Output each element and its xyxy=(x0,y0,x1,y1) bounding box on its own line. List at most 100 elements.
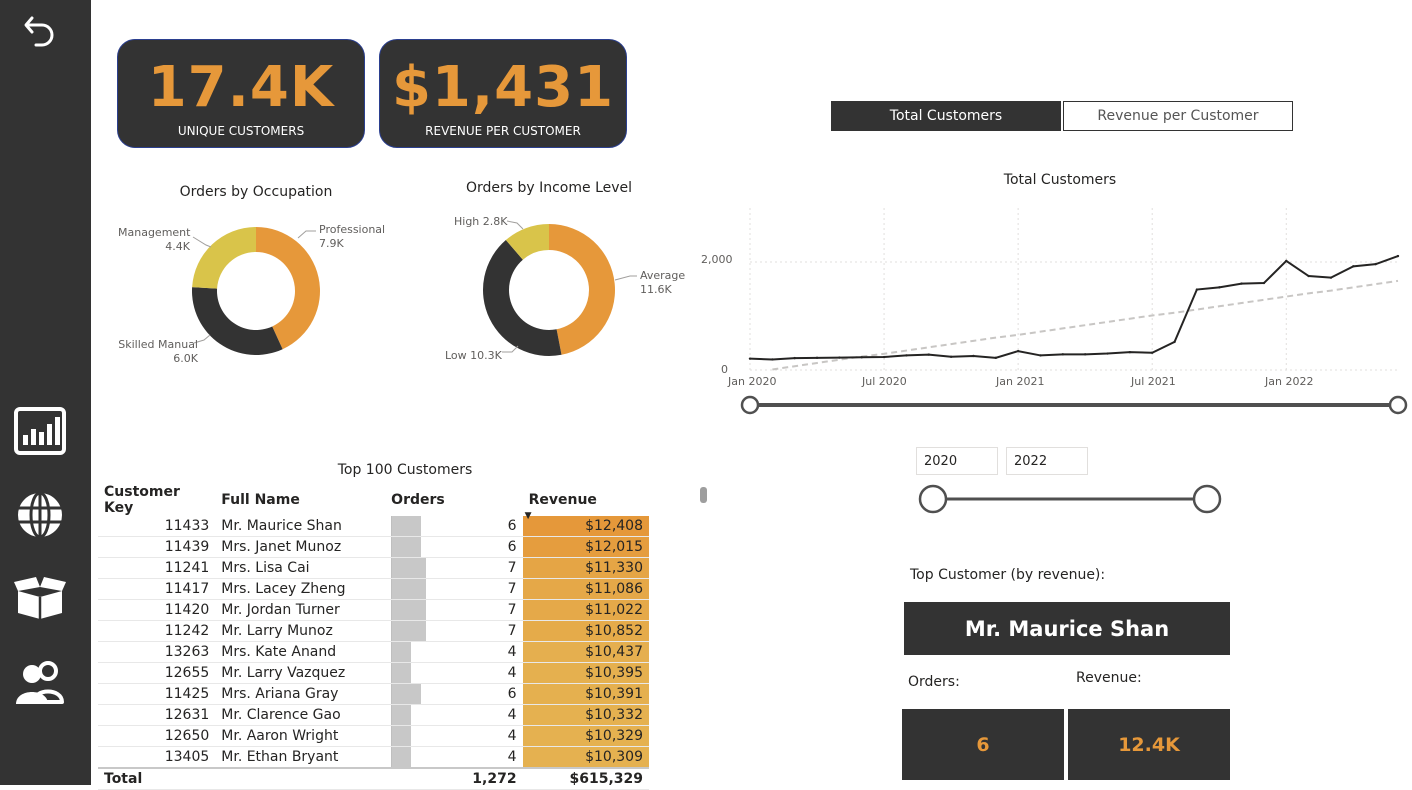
total-customers-line[interactable] xyxy=(749,255,1399,361)
year-start-input[interactable]: 2020 xyxy=(916,447,998,475)
table-header-row: Customer Key Full Name Orders Revenue ▼ xyxy=(98,484,649,521)
orders-value: 4 xyxy=(507,749,517,765)
table-row[interactable]: 11420 Mr. Jordan Turner 7 $11,022 xyxy=(98,599,649,621)
label-name: Management xyxy=(118,226,191,239)
total-revenue: $615,329 xyxy=(522,767,649,790)
year-slider-end-handle[interactable] xyxy=(1192,484,1222,514)
y-tick-label: 0 xyxy=(721,363,728,376)
line-point xyxy=(1218,286,1221,289)
cell-revenue: $10,852 xyxy=(522,620,649,642)
nav-geography-button[interactable] xyxy=(10,489,70,541)
header-revenue-label: Revenue xyxy=(528,492,597,508)
back-button[interactable] xyxy=(10,4,70,56)
top-customer-orders-card: 6 xyxy=(902,709,1064,780)
cell-revenue: $10,391 xyxy=(522,683,649,705)
orders-label: Orders: xyxy=(908,674,960,690)
orders-value: 4 xyxy=(507,665,517,681)
year-slider-start-handle[interactable] xyxy=(918,484,948,514)
nav-reports-button[interactable] xyxy=(10,405,70,457)
donut-slice-skilled-manual[interactable] xyxy=(192,287,283,355)
table-row[interactable]: 11241 Mrs. Lisa Cai 7 $11,330 xyxy=(98,557,649,579)
table-row[interactable]: 12655 Mr. Larry Vazquez 4 $10,395 xyxy=(98,662,649,684)
cell-customer-key: 12631 xyxy=(98,704,216,726)
top-customer-label: Top Customer (by revenue): xyxy=(910,567,1106,583)
cell-customer-key: 12650 xyxy=(98,725,216,747)
toggle-revenue-per-customer[interactable]: Revenue per Customer xyxy=(1063,101,1293,131)
trend-line xyxy=(772,279,1399,371)
line-point xyxy=(1396,254,1400,258)
table-row[interactable]: 11242 Mr. Larry Munoz 7 $10,852 xyxy=(98,620,649,642)
table-row[interactable]: 11433 Mr. Maurice Shan 6 $12,408 xyxy=(98,516,649,537)
cell-revenue: $10,309 xyxy=(522,746,649,769)
table-row[interactable]: 13263 Mrs. Kate Anand 4 $10,437 xyxy=(98,641,649,663)
top-customer-name-card: Mr. Maurice Shan xyxy=(904,602,1230,655)
year-slider[interactable] xyxy=(915,482,1225,516)
cell-orders: 7 xyxy=(390,557,523,579)
donut-label-professional: Professional 7.9K xyxy=(319,223,385,251)
cell-customer-key: 11425 xyxy=(98,683,216,705)
cell-orders: 7 xyxy=(390,620,523,642)
donut-slice-management[interactable] xyxy=(192,227,256,289)
table-scrollbar[interactable] xyxy=(700,487,707,503)
orders-value: 4 xyxy=(507,644,517,660)
line-chart xyxy=(740,208,1408,415)
orders-value: 6 xyxy=(507,686,517,702)
kpi-value: $1,431 xyxy=(391,55,615,120)
cell-orders: 4 xyxy=(390,662,523,684)
cell-revenue: $11,086 xyxy=(522,578,649,600)
kpi-label: UNIQUE CUSTOMERS xyxy=(177,124,305,138)
table-row[interactable]: 11425 Mrs. Ariana Gray 6 $10,391 xyxy=(98,683,649,705)
x-tick-label: Jan 2021 xyxy=(996,375,1045,388)
sidebar xyxy=(0,0,91,785)
line-point xyxy=(1195,288,1199,291)
table-row[interactable]: 13405 Mr. Ethan Bryant 4 $10,309 xyxy=(98,746,649,769)
donut-label-average: Average 11.6K xyxy=(640,269,685,297)
cell-full-name: Mrs. Kate Anand xyxy=(215,641,392,663)
year-end-input[interactable]: 2022 xyxy=(1006,447,1088,475)
nav-customers-button[interactable] xyxy=(10,656,70,708)
cell-full-name: Mrs. Janet Munoz xyxy=(215,536,392,558)
toggle-total-customers[interactable]: Total Customers xyxy=(831,101,1061,131)
y-tick-label: 2,000 xyxy=(701,253,733,266)
line-point xyxy=(882,355,886,359)
orders-value: 6 xyxy=(507,518,517,534)
cell-revenue: $10,329 xyxy=(522,725,649,747)
table-row[interactable]: 12631 Mr. Clarence Gao 4 $10,332 xyxy=(98,704,649,726)
header-orders[interactable]: Orders xyxy=(391,484,522,516)
orders-value: 6 xyxy=(507,539,517,555)
donut-slice-average[interactable] xyxy=(549,224,615,355)
header-revenue[interactable]: Revenue ▼ xyxy=(523,484,649,521)
label-name: Skilled Manual xyxy=(118,338,198,351)
range-slider-end-handle[interactable] xyxy=(1388,395,1408,415)
line-point xyxy=(1128,350,1132,354)
header-customer-key[interactable]: Customer Key xyxy=(98,484,215,516)
top-customer-revenue-card: 12.4K xyxy=(1068,709,1230,780)
table-row[interactable]: 11417 Mrs. Lacey Zheng 7 $11,086 xyxy=(98,578,649,600)
cell-revenue: $11,330 xyxy=(522,557,649,579)
label-value: 7.9K xyxy=(319,237,344,250)
back-arrow-icon xyxy=(24,16,54,47)
orders-value: 7 xyxy=(507,602,517,618)
donut-label-low: Low 10.3K xyxy=(445,349,502,362)
header-full-name[interactable]: Full Name xyxy=(215,484,391,516)
cell-full-name: Mrs. Ariana Gray xyxy=(215,683,392,705)
line-point xyxy=(1329,276,1333,279)
orders-value: 4 xyxy=(507,728,517,744)
line-point xyxy=(815,356,819,360)
range-slider-start-handle[interactable] xyxy=(740,395,760,415)
box-icon xyxy=(14,577,66,619)
table-row[interactable]: 12650 Mr. Aaron Wright 4 $10,329 xyxy=(98,725,649,747)
line-point xyxy=(1262,281,1266,285)
line-point xyxy=(949,355,953,358)
cell-revenue: $12,015 xyxy=(522,536,649,558)
cell-orders: 6 xyxy=(390,683,523,705)
table-row[interactable]: 11439 Mrs. Janet Munoz 6 $12,015 xyxy=(98,536,649,558)
cell-customer-key: 12655 xyxy=(98,662,216,684)
nav-products-button[interactable] xyxy=(10,572,70,624)
table-total-row: Total 1,272 $615,329 xyxy=(98,767,649,790)
kpi-unique-customers: 17.4K UNIQUE CUSTOMERS xyxy=(117,39,365,148)
donut-occupation-title: Orders by Occupation xyxy=(179,184,333,200)
bar-chart-icon xyxy=(14,407,66,455)
revenue-label: Revenue: xyxy=(1076,670,1142,686)
kpi-value: 17.4K xyxy=(147,55,335,120)
